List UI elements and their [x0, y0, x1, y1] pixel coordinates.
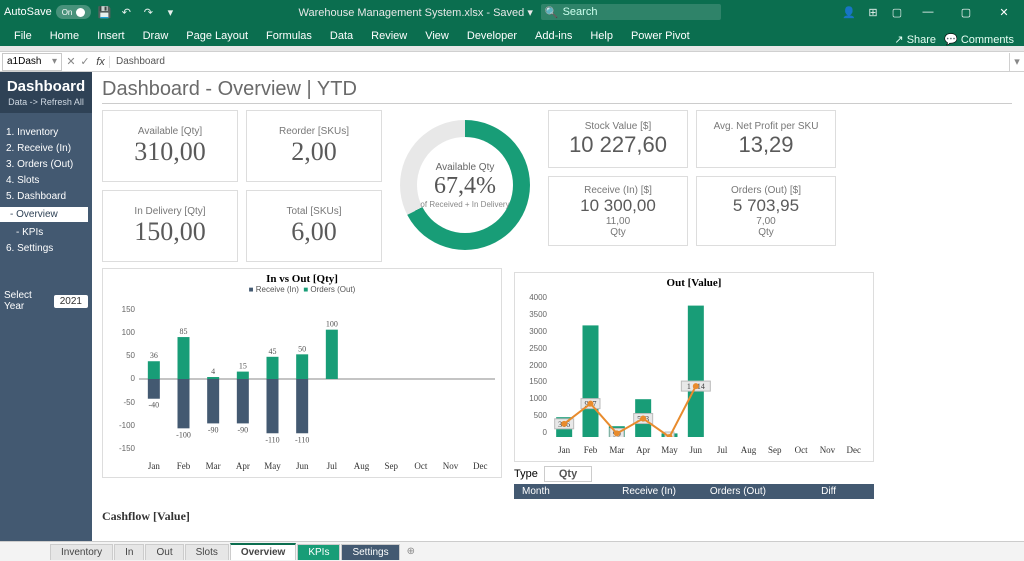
- tab-pagelayout[interactable]: Page Layout: [178, 26, 256, 46]
- svg-text:50: 50: [298, 344, 306, 353]
- svg-text:-40: -40: [148, 401, 159, 410]
- ribbon-tabs: File Home Insert Draw Page Layout Formul…: [0, 24, 1024, 46]
- dashboard-title: Dashboard - Overview | YTD: [102, 78, 1012, 104]
- nav-overview[interactable]: - Overview: [0, 207, 88, 222]
- sidebar-header: Dashboard Data -> Refresh All: [0, 72, 92, 113]
- kpi-orders-out: Orders (Out) [$] 5 703,95 7,00 Qty: [696, 176, 836, 246]
- ribbon-display-icon[interactable]: ▢: [888, 3, 906, 21]
- nav-slots[interactable]: 4. Slots: [6, 175, 88, 186]
- search-input[interactable]: 🔍 Search: [541, 4, 721, 20]
- chart2-plot: 3669279951301 414: [551, 293, 867, 437]
- svg-text:-110: -110: [295, 435, 309, 444]
- account-icon[interactable]: 👤: [840, 3, 858, 21]
- document-title[interactable]: Warehouse Management System.xlsx - Saved…: [298, 6, 532, 19]
- tab-data[interactable]: Data: [322, 26, 361, 46]
- maximize-button[interactable]: ▢: [950, 0, 982, 24]
- sheet-tabs: Inventory In Out Slots Overview KPIs Set…: [0, 541, 1024, 561]
- sidebar-title: Dashboard: [4, 78, 88, 95]
- tab-formulas[interactable]: Formulas: [258, 26, 320, 46]
- tab-insert[interactable]: Insert: [89, 26, 133, 46]
- sheet-in[interactable]: In: [114, 544, 144, 560]
- autosave-toggle[interactable]: On: [56, 5, 92, 19]
- formula-bar: a1Dash▾ ✕ ✓ fx Dashboard ▾: [0, 52, 1024, 72]
- dashboard-sidebar: Dashboard Data -> Refresh All 1. Invento…: [0, 72, 92, 541]
- nav-inventory[interactable]: 1. Inventory: [6, 127, 88, 138]
- sheet-kpis[interactable]: KPIs: [297, 544, 340, 560]
- sidebar-subtitle: Data -> Refresh All: [4, 97, 88, 107]
- title-bar: AutoSave On 💾 ↶ ↷ ▾ Warehouse Management…: [0, 0, 1024, 24]
- tab-file[interactable]: File: [6, 26, 40, 46]
- search-icon: 🔍: [545, 6, 559, 19]
- donut-chart: Available Qty 67,4% of Received + In Del…: [390, 110, 540, 260]
- autosave-label: AutoSave: [4, 6, 52, 18]
- nav-kpis[interactable]: - KPIs: [6, 227, 88, 238]
- chart-in-vs-out[interactable]: In vs Out [Qty] ■ Receive (In) ■ Orders …: [102, 268, 502, 478]
- sheet-slots[interactable]: Slots: [185, 544, 229, 560]
- kpi-reorder: Reorder [SKUs] 2,00: [246, 110, 382, 182]
- tab-review[interactable]: Review: [363, 26, 415, 46]
- tab-developer[interactable]: Developer: [459, 26, 525, 46]
- svg-text:15: 15: [239, 362, 247, 371]
- nav-orders[interactable]: 3. Orders (Out): [6, 159, 88, 170]
- svg-text:85: 85: [180, 327, 188, 336]
- tab-home[interactable]: Home: [42, 26, 87, 46]
- comments-button[interactable]: 💬 Comments: [944, 33, 1014, 46]
- dashboard-pane: Dashboard - Overview | YTD Available [Qt…: [92, 72, 1024, 541]
- undo-icon[interactable]: ↶: [117, 3, 135, 21]
- svg-text:4: 4: [211, 367, 215, 376]
- tab-draw[interactable]: Draw: [135, 26, 177, 46]
- kpi-stock-value: Stock Value [$] 10 227,60: [548, 110, 688, 168]
- name-box[interactable]: a1Dash▾: [2, 53, 62, 71]
- type-selector[interactable]: Qty: [544, 466, 592, 482]
- svg-text:45: 45: [269, 347, 277, 356]
- minimize-button[interactable]: —: [912, 0, 944, 24]
- chart-out-value[interactable]: Out [Value] 4000350030002500200015001000…: [514, 272, 874, 462]
- kpi-total: Total [SKUs] 6,00: [246, 190, 382, 262]
- tab-powerpivot[interactable]: Power Pivot: [623, 26, 698, 46]
- nav-receive[interactable]: 2. Receive (In): [6, 143, 88, 154]
- kpi-available: Available [Qty] 310,00: [102, 110, 238, 182]
- chart2-yaxis: 40003500300025002000150010005000: [517, 293, 547, 437]
- svg-text:36: 36: [150, 351, 158, 360]
- share-button[interactable]: ↗ Share: [894, 33, 936, 46]
- chart1-xaxis: JanFebMarAprMayJunJulAugSepOctNovDec: [139, 461, 495, 471]
- type-label: Type: [514, 468, 538, 480]
- redo-icon[interactable]: ↷: [139, 3, 157, 21]
- svg-text:-90: -90: [237, 425, 248, 434]
- sheet-settings[interactable]: Settings: [341, 544, 399, 560]
- new-sheet-button[interactable]: ⊕: [401, 546, 421, 557]
- cancel-formula-icon[interactable]: ✕: [64, 55, 78, 68]
- year-selector[interactable]: 2021: [54, 295, 88, 308]
- kpi-indelivery: In Delivery [Qty] 150,00: [102, 190, 238, 262]
- svg-text:100: 100: [326, 320, 338, 329]
- tab-help[interactable]: Help: [582, 26, 621, 46]
- close-button[interactable]: ✕: [988, 0, 1020, 24]
- kpi-net-profit: Avg. Net Profit per SKU 13,29: [696, 110, 836, 168]
- qat-dropdown-icon[interactable]: ▾: [161, 3, 179, 21]
- svg-text:-90: -90: [208, 425, 219, 434]
- year-label: Select Year: [4, 290, 50, 312]
- sheet-overview[interactable]: Overview: [230, 543, 296, 560]
- kpi-receive-in: Receive (In) [$] 10 300,00 11,00 Qty: [548, 176, 688, 246]
- chart1-yaxis: 150100500-50-100-150: [105, 305, 135, 453]
- chart1-plot: 36 -40 85 -100 4 -90 15 -90 45 -110 50 -110 100: [139, 305, 495, 453]
- sheet-out[interactable]: Out: [145, 544, 183, 560]
- svg-text:-110: -110: [265, 435, 279, 444]
- nav-dashboard[interactable]: 5. Dashboard: [6, 191, 88, 202]
- sheet-inventory[interactable]: Inventory: [50, 544, 113, 560]
- summary-table-header: Month Receive (In) Orders (Out) Diff: [514, 484, 874, 499]
- chart2-xaxis: JanFebMarAprMayJunJulAugSepOctNovDec: [551, 445, 867, 455]
- save-icon[interactable]: 💾: [95, 3, 113, 21]
- expand-formula-icon[interactable]: ▾: [1010, 55, 1024, 68]
- tab-addins[interactable]: Add-ins: [527, 26, 580, 46]
- cashflow-title: Cashflow [Value]: [102, 509, 1012, 524]
- enter-formula-icon[interactable]: ✓: [78, 55, 92, 68]
- formula-input[interactable]: Dashboard: [110, 53, 1010, 71]
- nav-settings[interactable]: 6. Settings: [6, 243, 88, 254]
- svg-text:-100: -100: [176, 430, 191, 439]
- fx-icon[interactable]: fx: [92, 56, 110, 68]
- tab-view[interactable]: View: [417, 26, 457, 46]
- app-settings-icon[interactable]: ⊞: [864, 3, 882, 21]
